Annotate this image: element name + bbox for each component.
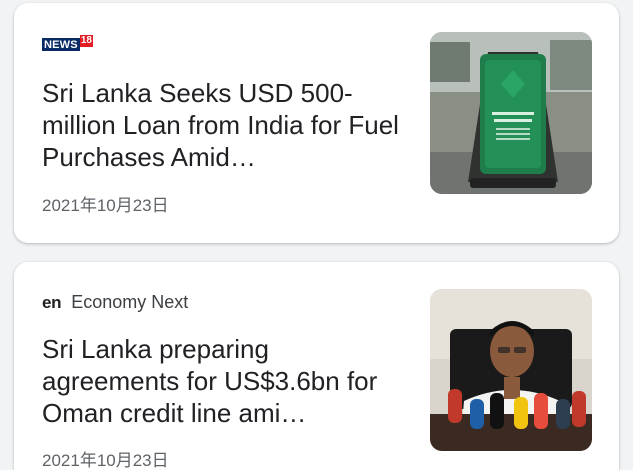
article-card[interactable]: en Economy Next Sri Lanka preparing agre…: [14, 262, 619, 470]
source-name: Economy Next: [71, 292, 189, 312]
news18-logo: NEWS 18: [42, 35, 93, 51]
news18-logo-badge: 18: [79, 35, 93, 47]
article-thumbnail[interactable]: [430, 32, 592, 194]
economy-next-logo: en: [42, 292, 62, 312]
article-thumbnail[interactable]: [430, 289, 592, 451]
fuel-station-sign-image: [430, 32, 592, 194]
article-headline[interactable]: Sri Lanka Seeks USD 500-million Loan fro…: [42, 77, 402, 173]
article-source[interactable]: NEWS 18: [42, 35, 93, 51]
article-card[interactable]: NEWS 18 Sri Lanka Seeks USD 500-million …: [14, 3, 619, 243]
news-feed: NEWS 18 Sri Lanka Seeks USD 500-million …: [0, 0, 633, 470]
article-date: 2021年10月23日: [42, 451, 169, 470]
news18-logo-text: NEWS: [42, 38, 80, 51]
article-date: 2021年10月23日: [42, 196, 169, 215]
article-headline[interactable]: Sri Lanka preparing agreements for US$3.…: [42, 333, 402, 429]
press-conference-speaker-image: [430, 289, 592, 451]
article-source[interactable]: en Economy Next: [42, 292, 188, 313]
